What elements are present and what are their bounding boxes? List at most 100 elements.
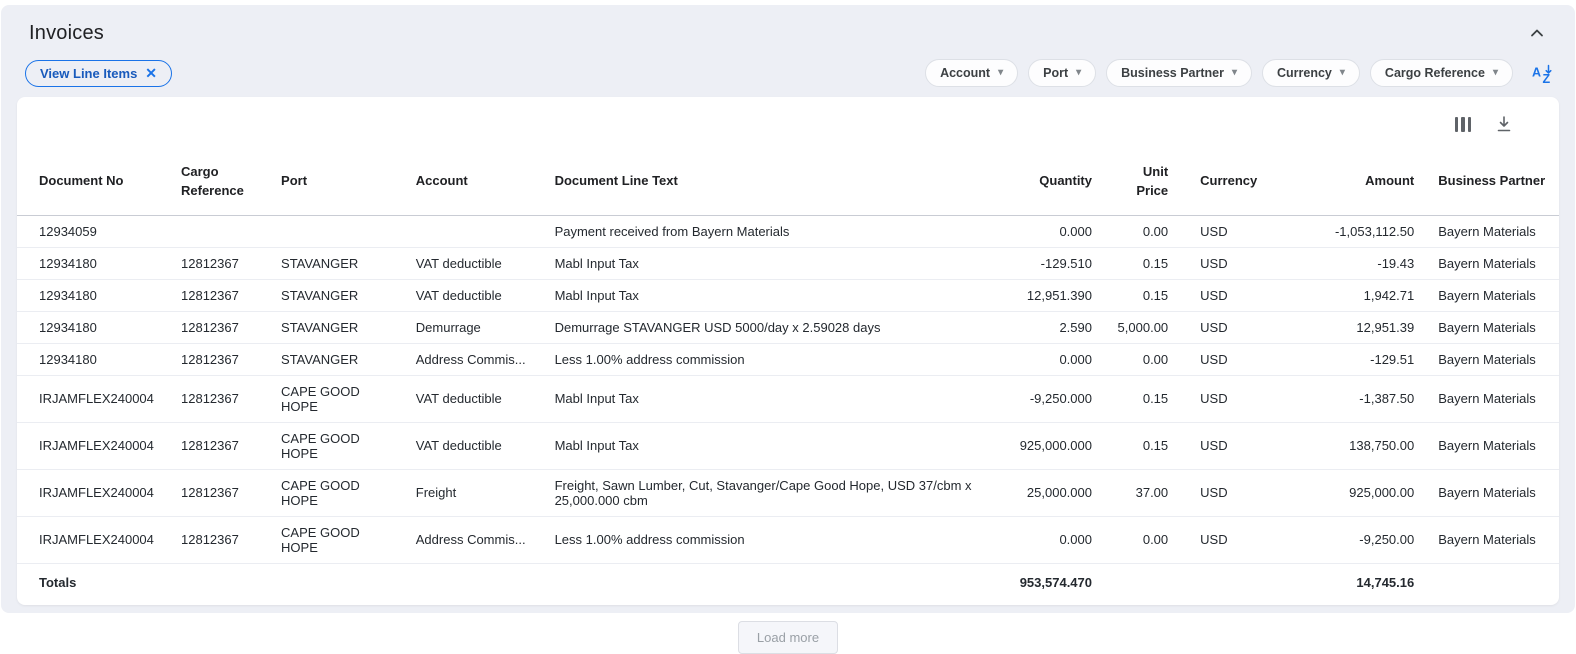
cell-cargo_reference: 12812367 bbox=[169, 516, 269, 563]
load-more-button[interactable]: Load more bbox=[738, 621, 838, 654]
column-header-port[interactable]: Port bbox=[269, 143, 404, 215]
cell-quantity: 0.000 bbox=[992, 516, 1104, 563]
cell-quantity: 12,951.390 bbox=[992, 279, 1104, 311]
toolbar: View Line Items ✕ Account ▾ Port ▾ Busin… bbox=[1, 51, 1575, 97]
filter-currency[interactable]: Currency ▾ bbox=[1262, 59, 1360, 87]
table-header-row: Document NoCargo ReferencePortAccountDoc… bbox=[17, 143, 1559, 215]
cell-account: VAT deductible bbox=[404, 247, 543, 279]
cell-business_partner: Bayern Materials bbox=[1426, 311, 1559, 343]
cell-account bbox=[404, 215, 543, 247]
cell-cargo_reference: 12812367 bbox=[169, 343, 269, 375]
column-header-cargo_reference[interactable]: Cargo Reference bbox=[169, 143, 269, 215]
cell-amount: -19.43 bbox=[1271, 247, 1426, 279]
totals-unit-price-empty bbox=[1104, 563, 1180, 603]
table-row[interactable]: 1293418012812367STAVANGERAddress Commis.… bbox=[17, 343, 1559, 375]
cell-line_text: Less 1.00% address commission bbox=[543, 343, 992, 375]
totals-amount: 14,745.16 bbox=[1271, 563, 1426, 603]
table-row[interactable]: IRJAMFLEX24000412812367CAPE GOOD HOPEVAT… bbox=[17, 375, 1559, 422]
filter-label: Port bbox=[1043, 66, 1068, 80]
cell-amount: 925,000.00 bbox=[1271, 469, 1426, 516]
column-header-quantity[interactable]: Quantity bbox=[992, 143, 1104, 215]
column-header-line_text[interactable]: Document Line Text bbox=[543, 143, 992, 215]
cell-unit_price: 0.00 bbox=[1104, 215, 1180, 247]
cell-business_partner: Bayern Materials bbox=[1426, 375, 1559, 422]
filter-port[interactable]: Port ▾ bbox=[1028, 59, 1096, 87]
cell-account: Address Commis... bbox=[404, 516, 543, 563]
table-row[interactable]: 1293418012812367STAVANGERVAT deductibleM… bbox=[17, 247, 1559, 279]
cell-quantity: 0.000 bbox=[992, 343, 1104, 375]
chevron-down-icon: ▾ bbox=[1076, 68, 1081, 78]
filter-cargo-reference[interactable]: Cargo Reference ▾ bbox=[1370, 59, 1513, 87]
view-line-items-chip[interactable]: View Line Items ✕ bbox=[25, 60, 172, 87]
cell-document_no: 12934180 bbox=[17, 247, 169, 279]
cell-account: Address Commis... bbox=[404, 343, 543, 375]
cell-unit_price: 0.15 bbox=[1104, 375, 1180, 422]
table-row[interactable]: 1293418012812367STAVANGERDemurrageDemurr… bbox=[17, 311, 1559, 343]
cell-line_text: Mabl Input Tax bbox=[543, 375, 992, 422]
column-header-account[interactable]: Account bbox=[404, 143, 543, 215]
filter-account[interactable]: Account ▾ bbox=[925, 59, 1018, 87]
cell-port: CAPE GOOD HOPE bbox=[269, 469, 404, 516]
column-header-currency[interactable]: Currency bbox=[1180, 143, 1271, 215]
view-line-items-label: View Line Items bbox=[40, 66, 137, 81]
cell-currency: USD bbox=[1180, 469, 1271, 516]
table-row[interactable]: IRJAMFLEX24000412812367CAPE GOOD HOPEAdd… bbox=[17, 516, 1559, 563]
filter-label: Cargo Reference bbox=[1385, 66, 1485, 80]
cell-port: STAVANGER bbox=[269, 311, 404, 343]
sort-alphabetical-button[interactable]: A Z bbox=[1531, 63, 1555, 84]
cell-document_no: 12934059 bbox=[17, 215, 169, 247]
collapse-panel-button[interactable] bbox=[1525, 21, 1549, 45]
cell-amount: -1,387.50 bbox=[1271, 375, 1426, 422]
cell-business_partner: Bayern Materials bbox=[1426, 516, 1559, 563]
filter-business-partner[interactable]: Business Partner ▾ bbox=[1106, 59, 1252, 87]
cell-unit_price: 0.15 bbox=[1104, 279, 1180, 311]
chevron-down-icon: ▾ bbox=[1232, 68, 1237, 78]
sort-alphabetical-icon: A Z bbox=[1531, 63, 1555, 84]
column-header-unit_price[interactable]: Unit Price bbox=[1104, 143, 1180, 215]
cell-account: VAT deductible bbox=[404, 279, 543, 311]
cell-document_no: IRJAMFLEX240004 bbox=[17, 516, 169, 563]
cell-unit_price: 0.00 bbox=[1104, 516, 1180, 563]
cell-amount: 12,951.39 bbox=[1271, 311, 1426, 343]
column-header-business_partner[interactable]: Business Partner bbox=[1426, 143, 1559, 215]
cell-quantity: -129.510 bbox=[992, 247, 1104, 279]
cell-cargo_reference: 12812367 bbox=[169, 422, 269, 469]
cell-unit_price: 5,000.00 bbox=[1104, 311, 1180, 343]
invoices-table-card: Document NoCargo ReferencePortAccountDoc… bbox=[17, 97, 1559, 605]
table-row[interactable]: 12934059 Payment received from Bayern Mat… bbox=[17, 215, 1559, 247]
cell-account: Demurrage bbox=[404, 311, 543, 343]
panel-header: Invoices bbox=[1, 5, 1575, 51]
table-row[interactable]: 1293418012812367STAVANGERVAT deductibleM… bbox=[17, 279, 1559, 311]
cell-line_text: Payment received from Bayern Materials bbox=[543, 215, 992, 247]
table-row[interactable]: IRJAMFLEX24000412812367CAPE GOOD HOPEFre… bbox=[17, 469, 1559, 516]
cell-unit_price: 37.00 bbox=[1104, 469, 1180, 516]
column-settings-button[interactable] bbox=[1455, 117, 1472, 132]
cell-account: VAT deductible bbox=[404, 422, 543, 469]
table-row[interactable]: IRJAMFLEX24000412812367CAPE GOOD HOPEVAT… bbox=[17, 422, 1559, 469]
filter-label: Currency bbox=[1277, 66, 1332, 80]
cell-amount: -1,053,112.50 bbox=[1271, 215, 1426, 247]
cell-cargo_reference: 12812367 bbox=[169, 311, 269, 343]
column-header-amount[interactable]: Amount bbox=[1271, 143, 1426, 215]
svg-text:A: A bbox=[1532, 65, 1541, 79]
cell-amount: -9,250.00 bbox=[1271, 516, 1426, 563]
totals-currency-empty bbox=[1180, 563, 1271, 603]
cell-currency: USD bbox=[1180, 343, 1271, 375]
close-icon[interactable]: ✕ bbox=[145, 66, 157, 80]
cell-unit_price: 0.00 bbox=[1104, 343, 1180, 375]
cell-quantity: 925,000.000 bbox=[992, 422, 1104, 469]
cell-business_partner: Bayern Materials bbox=[1426, 343, 1559, 375]
svg-text:Z: Z bbox=[1543, 72, 1551, 84]
cell-port: STAVANGER bbox=[269, 343, 404, 375]
cell-account: VAT deductible bbox=[404, 375, 543, 422]
filter-bar: Account ▾ Port ▾ Business Partner ▾ Curr… bbox=[925, 59, 1555, 87]
column-header-document_no[interactable]: Document No bbox=[17, 143, 169, 215]
cell-amount: 1,942.71 bbox=[1271, 279, 1426, 311]
cell-document_no: IRJAMFLEX240004 bbox=[17, 375, 169, 422]
download-button[interactable] bbox=[1495, 115, 1513, 133]
columns-icon bbox=[1455, 117, 1472, 132]
cell-currency: USD bbox=[1180, 311, 1271, 343]
cell-line_text: Mabl Input Tax bbox=[543, 422, 992, 469]
cell-currency: USD bbox=[1180, 279, 1271, 311]
cell-port: STAVANGER bbox=[269, 279, 404, 311]
